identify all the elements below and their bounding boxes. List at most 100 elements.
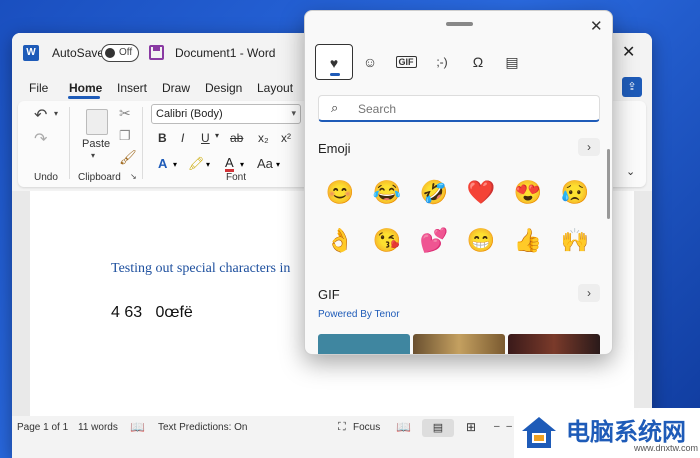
tab-file[interactable]: File bbox=[29, 81, 48, 95]
document-text-line[interactable]: 4 63 0œfë bbox=[111, 304, 193, 322]
format-painter-icon[interactable]: 🖌 bbox=[119, 149, 137, 166]
undo-dropdown-icon[interactable]: ▾ bbox=[54, 109, 58, 118]
dialog-launcher-icon[interactable]: ↘ bbox=[130, 172, 137, 181]
paste-button[interactable]: Paste bbox=[82, 138, 110, 150]
chevron-right-icon[interactable]: › bbox=[578, 284, 600, 302]
chevron-down-icon[interactable]: ▾ bbox=[173, 160, 177, 169]
emoji-thumbs-up[interactable]: 👍 bbox=[513, 225, 543, 255]
word-count[interactable]: 11 words bbox=[78, 422, 118, 433]
superscript-button[interactable]: x² bbox=[281, 131, 291, 145]
text-predictions-status[interactable]: Text Predictions: On bbox=[158, 422, 247, 433]
undo-group-label: Undo bbox=[34, 172, 58, 183]
kaomoji-icon: ;-) bbox=[436, 55, 448, 69]
emoji-section-title: Emoji bbox=[318, 141, 351, 156]
tab-insert[interactable]: Insert bbox=[117, 81, 147, 95]
emoji-tears-of-joy[interactable]: 😂 bbox=[372, 177, 402, 207]
drag-handle[interactable] bbox=[446, 22, 473, 26]
underline-dropdown-icon[interactable]: ▾ bbox=[215, 131, 219, 140]
watermark-text: 电脑系统网 bbox=[566, 418, 686, 446]
web-layout-icon[interactable]: ⊞ bbox=[466, 420, 476, 434]
document-text-line[interactable]: Testing out special characters in bbox=[111, 261, 290, 277]
emoji-red-heart[interactable]: ❤️ bbox=[466, 177, 496, 207]
paste-dropdown-icon[interactable]: ▾ bbox=[91, 151, 95, 160]
cut-icon[interactable]: ✂ bbox=[119, 105, 131, 122]
tab-draw[interactable]: Draw bbox=[162, 81, 190, 95]
clipboard-group-label: Clipboard bbox=[78, 172, 121, 183]
search-box[interactable]: ⌕ bbox=[318, 95, 600, 122]
gif-tab[interactable]: GIF bbox=[387, 44, 425, 80]
strikethrough-button[interactable]: ab bbox=[230, 131, 243, 145]
highlight-icon[interactable]: 🖍 bbox=[188, 156, 205, 172]
document-title: Document1 - Word bbox=[175, 46, 276, 60]
active-tab-indicator bbox=[330, 73, 340, 76]
close-icon[interactable]: ✕ bbox=[622, 42, 635, 62]
text-effects-icon[interactable]: A bbox=[158, 156, 167, 171]
active-tab-indicator bbox=[68, 96, 100, 99]
zoom-slider[interactable]: – – bbox=[494, 421, 514, 432]
autosave-label: AutoSave bbox=[52, 46, 105, 60]
undo-icon[interactable]: ↶ bbox=[34, 105, 47, 125]
bold-button[interactable]: B bbox=[158, 131, 167, 145]
redo-icon[interactable]: ↷ bbox=[34, 129, 47, 149]
emoji-kiss[interactable]: 😘 bbox=[372, 225, 402, 255]
divider bbox=[142, 107, 143, 179]
watermark-logo-icon bbox=[522, 417, 556, 448]
italic-button[interactable]: I bbox=[181, 131, 184, 145]
scrollbar[interactable] bbox=[607, 149, 610, 219]
gif-icon: GIF bbox=[395, 56, 417, 68]
underline-button[interactable]: U bbox=[201, 131, 210, 145]
gif-thumbnail[interactable] bbox=[508, 334, 600, 354]
emoji-heart-eyes[interactable]: 😍 bbox=[513, 177, 543, 207]
gif-section-title: GIF bbox=[318, 287, 340, 302]
tab-home[interactable]: Home bbox=[69, 81, 102, 95]
read-mode-icon[interactable]: 📖 bbox=[396, 420, 411, 434]
tab-design[interactable]: Design bbox=[205, 81, 242, 95]
chevron-down-icon[interactable]: ▾ bbox=[276, 160, 280, 169]
emoji-sad-relieved[interactable]: 😥 bbox=[560, 177, 590, 207]
autosave-toggle[interactable]: Off bbox=[101, 44, 139, 62]
font-group-label: Font bbox=[226, 172, 247, 183]
word-logo-icon: W bbox=[23, 45, 39, 61]
share-button[interactable]: ⇪ bbox=[622, 77, 642, 97]
chevron-down-icon: ▾ bbox=[291, 108, 296, 118]
watermark-url: www.dnxtw.com bbox=[634, 443, 699, 453]
emoji-two-hearts[interactable]: 💕 bbox=[419, 225, 449, 255]
change-case-button[interactable]: Aa bbox=[257, 156, 273, 171]
chevron-right-icon[interactable]: › bbox=[578, 138, 600, 156]
kaomoji-smiley-tab[interactable]: ☺ bbox=[351, 44, 389, 80]
emoji-raised-hands[interactable]: 🙌 bbox=[560, 225, 590, 255]
ribbon-expand-icon[interactable]: ⌄ bbox=[626, 165, 635, 178]
font-color-button[interactable]: A bbox=[225, 156, 234, 172]
divider bbox=[69, 107, 70, 179]
print-layout-icon[interactable]: ▤ bbox=[422, 419, 454, 437]
paste-icon[interactable] bbox=[86, 109, 108, 135]
clipboard-icon: ▤ bbox=[505, 54, 519, 70]
chevron-down-icon[interactable]: ▾ bbox=[206, 160, 210, 169]
smiley-icon: ☺ bbox=[362, 54, 378, 70]
gif-thumbnail[interactable] bbox=[413, 334, 505, 354]
gif-provider-label: Powered By Tenor bbox=[318, 309, 400, 320]
proofing-icon[interactable]: 📖 bbox=[130, 420, 145, 434]
heart-icon: ♥ bbox=[329, 55, 339, 71]
gif-thumbnail[interactable] bbox=[318, 334, 410, 354]
symbols-tab[interactable]: Ω bbox=[459, 44, 497, 80]
page-count[interactable]: Page 1 of 1 bbox=[17, 422, 68, 433]
emoji-rofl[interactable]: 🤣 bbox=[419, 177, 449, 207]
copy-icon[interactable]: ❐ bbox=[119, 128, 131, 144]
search-input[interactable] bbox=[358, 99, 593, 118]
close-icon[interactable]: ✕ bbox=[590, 17, 603, 35]
kaomoji-tab[interactable]: ;-) bbox=[423, 44, 461, 80]
subscript-button[interactable]: x₂ bbox=[258, 131, 269, 145]
emoji-smiling[interactable]: 😊 bbox=[325, 177, 355, 207]
tab-layout[interactable]: Layout bbox=[257, 81, 293, 95]
emoji-grin[interactable]: 😁 bbox=[466, 225, 496, 255]
emoji-tab[interactable]: ♥ bbox=[315, 44, 353, 80]
chevron-down-icon[interactable]: ▾ bbox=[240, 160, 244, 169]
save-icon[interactable] bbox=[149, 45, 164, 60]
focus-icon[interactable]: ⛶ bbox=[338, 421, 346, 434]
emoji-ok-hand[interactable]: 👌 bbox=[325, 225, 355, 255]
font-name-select[interactable]: Calibri (Body) ▾ bbox=[151, 104, 301, 124]
focus-button[interactable]: Focus bbox=[353, 422, 380, 433]
search-icon: ⌕ bbox=[331, 100, 339, 115]
clipboard-history-tab[interactable]: ▤ bbox=[493, 44, 531, 80]
